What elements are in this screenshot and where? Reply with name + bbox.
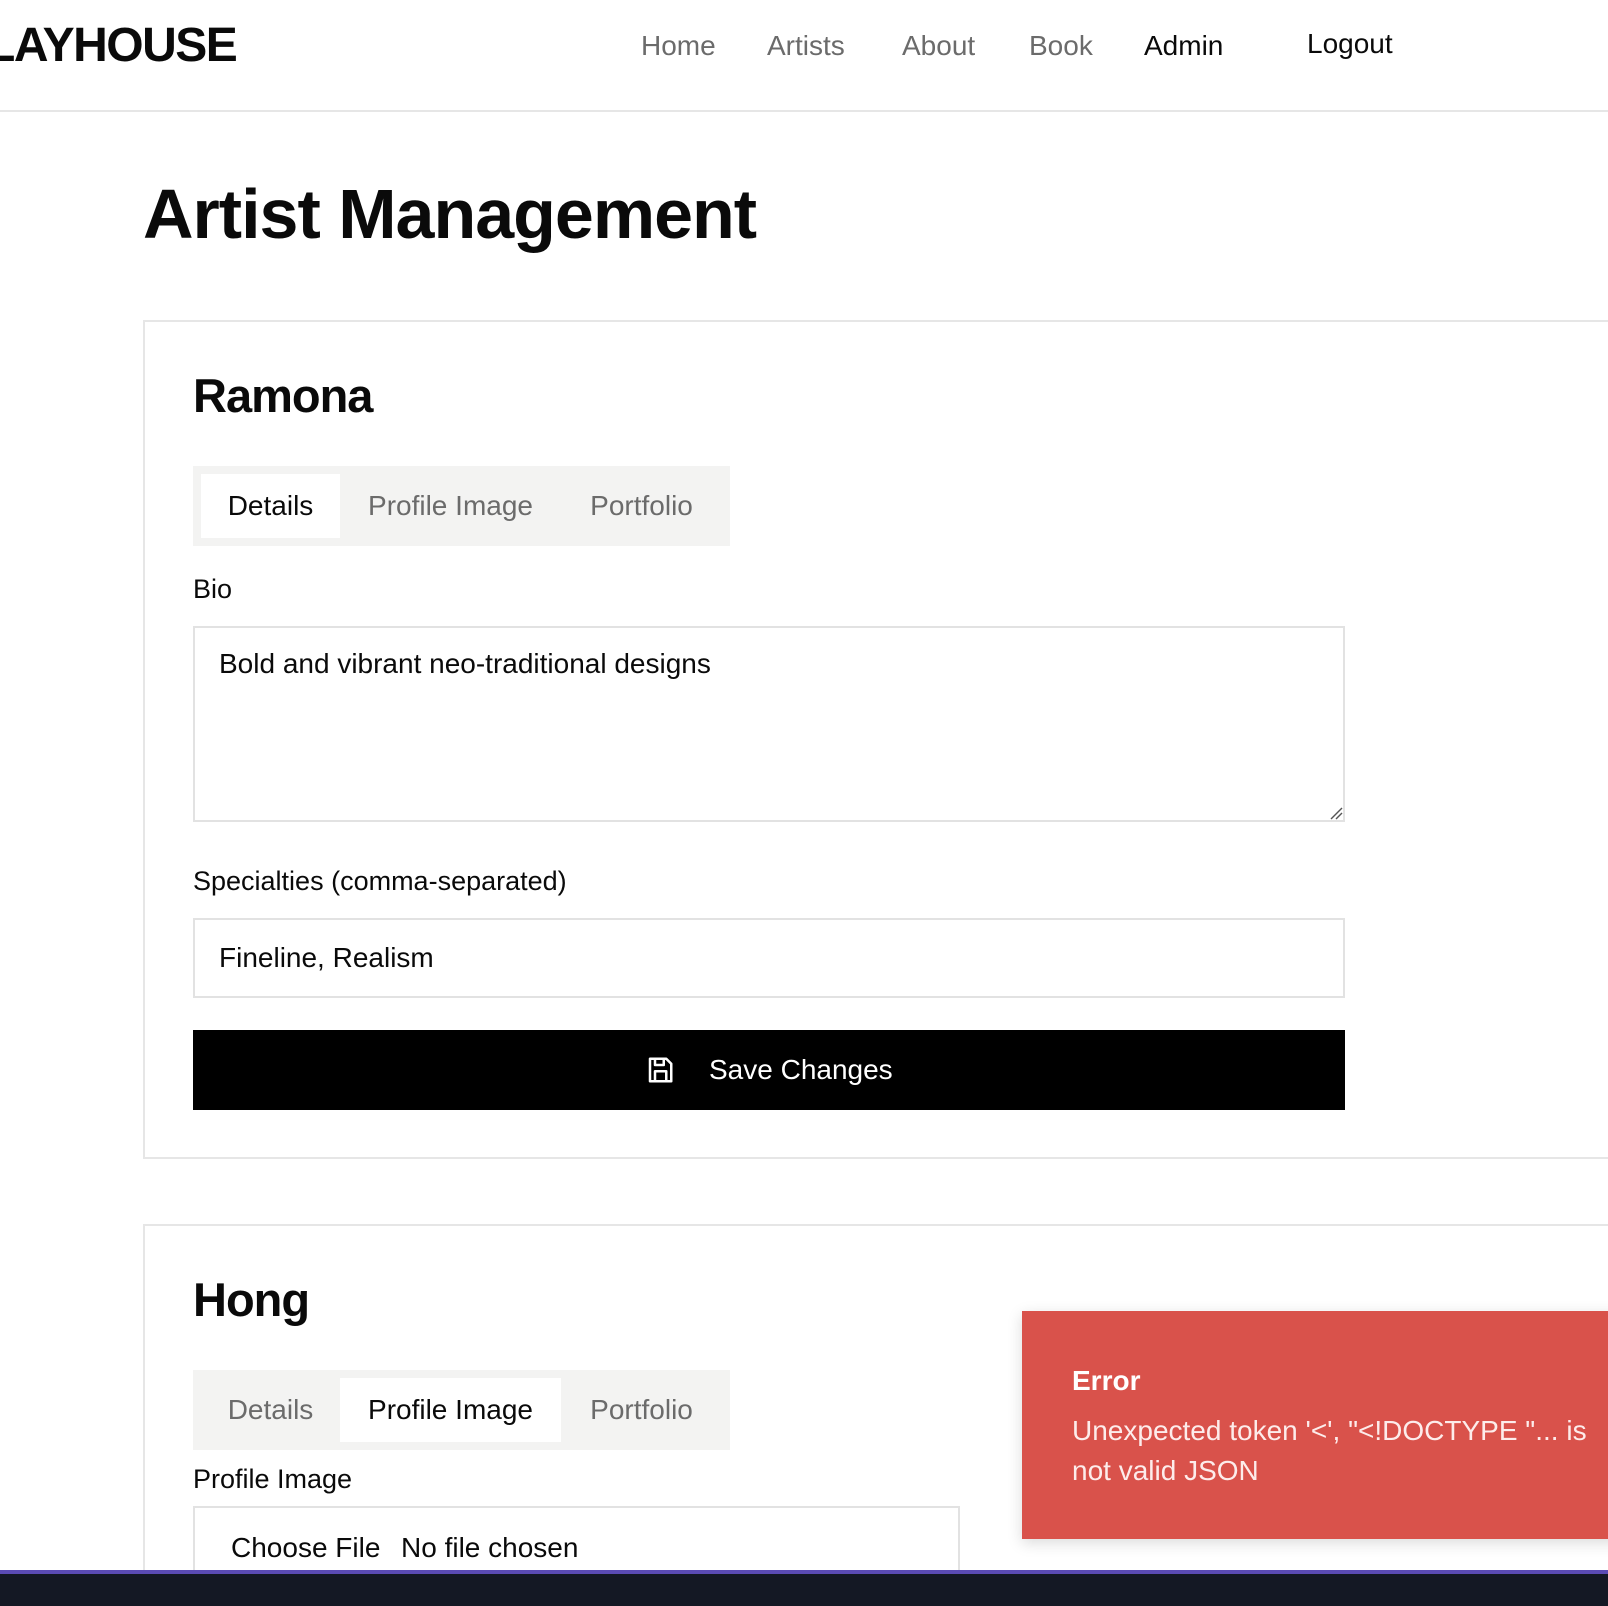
toast-title: Error: [1072, 1365, 1141, 1396]
profile-image-label: Profile Image: [193, 1464, 353, 1494]
bio-label: Bio: [193, 574, 233, 604]
save-changes-button[interactable]: Save Changes: [193, 1030, 1345, 1110]
nav-link-artists[interactable]: Artists: [767, 30, 845, 62]
specialties-label: Specialties (comma-separated): [193, 866, 567, 896]
artist-card: Ramona Details Profile Image Portfolio B…: [143, 320, 1608, 1159]
bottom-bar: [0, 1570, 1608, 1606]
page-title: Artist Management: [143, 175, 757, 253]
save-icon: [648, 1057, 673, 1083]
tab-details[interactable]: Details: [201, 474, 340, 538]
tab-portfolio[interactable]: Portfolio: [561, 474, 722, 538]
nav-link-admin[interactable]: Admin: [1144, 30, 1223, 62]
resize-grip-icon[interactable]: [1329, 806, 1343, 820]
tab-profile-image[interactable]: Profile Image: [340, 474, 561, 538]
file-status: No file chosen: [401, 1532, 579, 1563]
nav-link-about[interactable]: About: [902, 30, 975, 62]
artist-name: Ramona: [193, 369, 373, 422]
tab-portfolio[interactable]: Portfolio: [561, 1378, 722, 1442]
specialties-input[interactable]: [193, 918, 1345, 998]
save-button-label: Save Changes: [709, 1054, 893, 1085]
artist-name: Hong: [193, 1273, 310, 1326]
logout-button[interactable]: Logout: [1307, 28, 1393, 60]
error-toast[interactable]: Error Unexpected token '<', "<!DOCTYPE "…: [1022, 1311, 1608, 1539]
tab-details[interactable]: Details: [201, 1378, 340, 1442]
nav-link-home[interactable]: Home: [641, 30, 716, 62]
page: LAYHOUSE Home Artists About Book Admin L…: [0, 0, 1608, 1606]
tab-profile-image[interactable]: Profile Image: [340, 1378, 561, 1442]
bio-textarea[interactable]: Bold and vibrant neo-traditional designs: [193, 626, 1345, 822]
toast-message: Unexpected token '<', "<!DOCTYPE "... is…: [1072, 1415, 1587, 1486]
site-header: LAYHOUSE Home Artists About Book Admin L…: [0, 0, 1608, 112]
artist-tabs: Details Profile Image Portfolio: [193, 466, 730, 546]
artist-tabs: Details Profile Image Portfolio: [193, 1370, 730, 1450]
site-logo[interactable]: LAYHOUSE: [0, 18, 238, 73]
nav-link-book[interactable]: Book: [1029, 30, 1093, 62]
choose-file-button[interactable]: Choose File: [231, 1532, 380, 1564]
